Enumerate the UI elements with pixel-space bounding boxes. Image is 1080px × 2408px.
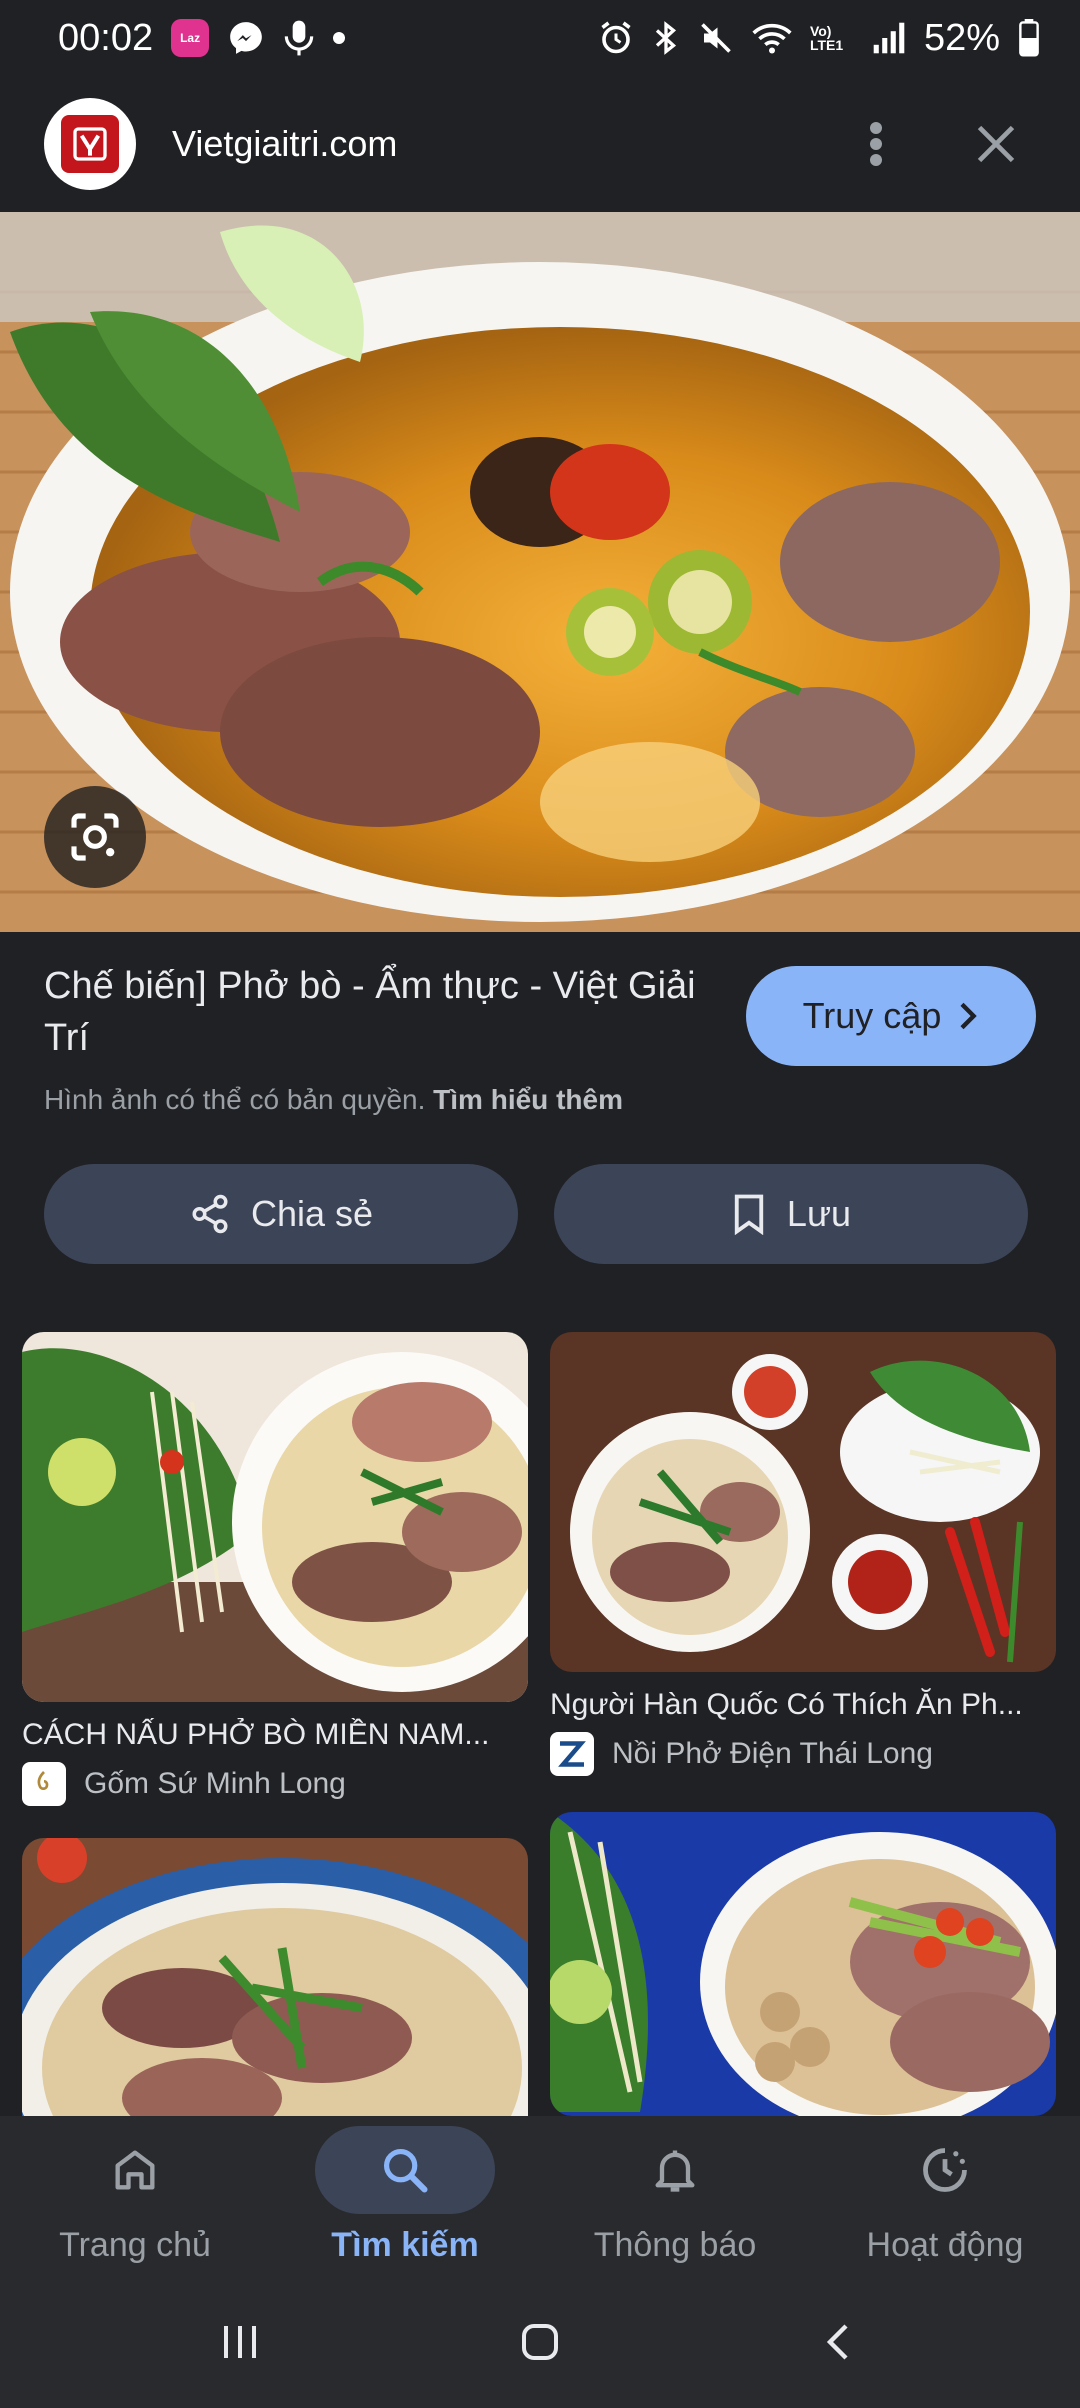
vietgiaitri-logo-icon — [61, 115, 119, 173]
home-system-button[interactable] — [516, 2318, 564, 2371]
home-icon — [115, 2150, 155, 2190]
history-icon — [923, 2148, 967, 2192]
viewer-header: Vietgiaitri.com — [0, 76, 1080, 212]
battery-icon — [1018, 19, 1040, 57]
share-button-label: Chia sẻ — [250, 1193, 374, 1234]
close-icon — [977, 125, 1015, 163]
wifi-icon — [752, 20, 792, 56]
nav-activity[interactable]: Hoạt động — [810, 2116, 1080, 2280]
status-time: 00:02 — [58, 16, 154, 59]
nav-search[interactable]: Tìm kiếm — [270, 2116, 540, 2280]
save-button[interactable]: Lưu — [554, 1164, 1028, 1264]
more-vert-icon — [870, 122, 882, 166]
status-bar: 00:02 Laz Vo) LTE1 52% — [0, 0, 1080, 76]
more-options-button[interactable] — [836, 104, 916, 184]
related-image[interactable] — [550, 1812, 1056, 2116]
site-logo[interactable] — [44, 98, 136, 190]
messenger-icon — [227, 19, 265, 57]
nav-home-label: Trang chủ — [59, 2226, 211, 2264]
nav-activity-icon-wrap — [855, 2126, 1035, 2214]
related-source[interactable]: Nồi Phở Điện Thái Long — [550, 1732, 1056, 1776]
back-chevron-icon — [826, 2323, 848, 2360]
status-left: 00:02 Laz — [58, 16, 346, 60]
bluetooth-icon — [652, 20, 680, 56]
recent-apps-button[interactable] — [216, 2318, 264, 2371]
nav-home-icon-wrap — [45, 2126, 225, 2214]
nav-notifications[interactable]: Thông báo — [540, 2116, 810, 2280]
system-navigation-bar — [0, 2280, 1080, 2408]
nav-notifications-label: Thông báo — [593, 2226, 757, 2264]
chevron-right-icon — [960, 1002, 978, 1030]
visit-button-label: Truy cập — [802, 995, 942, 1036]
microphone-icon — [283, 19, 315, 57]
lte-icon: Vo) LTE1 — [809, 23, 844, 53]
nav-home[interactable]: Trang chủ — [0, 2116, 270, 2280]
signal-icon — [872, 21, 906, 55]
bottom-navigation: Trang chủ Tìm kiếm Thông báo Hoạt động — [0, 2116, 1080, 2280]
visit-button[interactable]: Truy cập — [746, 966, 1036, 1066]
related-title[interactable]: Người Hàn Quốc Có Thích Ăn Ph... — [550, 1688, 1056, 1722]
share-button[interactable]: Chia sẻ — [44, 1164, 518, 1264]
result-info: Chế biến] Phở bò - Ẩm thực - Việt Giải T… — [44, 960, 704, 1116]
learn-more-link[interactable]: Tìm hiểu thêm — [433, 1084, 623, 1115]
recent-apps-icon — [224, 2325, 256, 2358]
related-image[interactable] — [550, 1332, 1056, 1672]
related-card[interactable] — [22, 1838, 528, 2116]
back-button[interactable] — [816, 2318, 864, 2371]
related-title[interactable]: CÁCH NẤU PHỞ BÒ MIỀN NAM... — [22, 1718, 528, 1752]
minh-long-favicon-icon — [22, 1762, 66, 1806]
related-source[interactable]: Gốm Sứ Minh Long — [22, 1762, 528, 1806]
nav-search-label: Tìm kiếm — [331, 2226, 479, 2264]
result-title[interactable]: Chế biến] Phở bò - Ẩm thực - Việt Giải T… — [44, 960, 704, 1064]
related-image-illustration — [550, 1812, 1056, 2116]
related-card[interactable] — [550, 1812, 1056, 2116]
related-image[interactable] — [22, 1332, 528, 1702]
lazada-icon-text: Laz — [180, 31, 201, 45]
close-button[interactable] — [956, 104, 1036, 184]
mute-icon — [698, 20, 734, 56]
hero-image[interactable] — [0, 212, 1080, 932]
copyright-text: Hình ảnh có thể có bản quyền. — [44, 1084, 426, 1115]
related-image[interactable] — [22, 1838, 528, 2116]
nav-activity-label: Hoạt động — [866, 2226, 1024, 2264]
google-lens-button[interactable] — [44, 786, 146, 888]
nav-notifications-icon-wrap — [585, 2126, 765, 2214]
related-source-name: Gốm Sứ Minh Long — [84, 1767, 346, 1800]
lazada-notification-icon: Laz — [171, 19, 210, 57]
search-icon — [383, 2148, 428, 2193]
home-square-icon — [522, 2323, 558, 2360]
alarm-icon — [598, 20, 634, 56]
save-button-label: Lưu — [786, 1193, 852, 1234]
share-icon — [192, 1194, 228, 1234]
nav-search-icon-wrap — [315, 2126, 495, 2214]
related-card[interactable]: Người Hàn Quốc Có Thích Ăn Ph... Nồi Phở… — [550, 1332, 1056, 1776]
related-source-name: Nồi Phở Điện Thái Long — [612, 1737, 933, 1770]
bell-icon — [655, 2150, 695, 2192]
copyright-notice: Hình ảnh có thể có bản quyền. Tìm hiểu t… — [44, 1084, 704, 1116]
related-image-illustration — [550, 1332, 1056, 1672]
bookmark-icon — [734, 1194, 764, 1235]
more-notifications-dot-icon — [333, 32, 346, 44]
status-right: Vo) LTE1 52% — [598, 17, 1040, 60]
pho-bowl-illustration — [0, 212, 1080, 932]
related-image-illustration — [22, 1838, 528, 2116]
related-card[interactable]: CÁCH NẤU PHỞ BÒ MIỀN NAM... Gốm Sứ Minh … — [22, 1332, 528, 1806]
thai-long-favicon-icon — [550, 1732, 594, 1776]
site-name[interactable]: Vietgiaitri.com — [172, 123, 796, 165]
lens-icon — [71, 813, 119, 861]
related-image-illustration — [22, 1332, 528, 1702]
battery-percent: 52% — [923, 16, 1000, 59]
